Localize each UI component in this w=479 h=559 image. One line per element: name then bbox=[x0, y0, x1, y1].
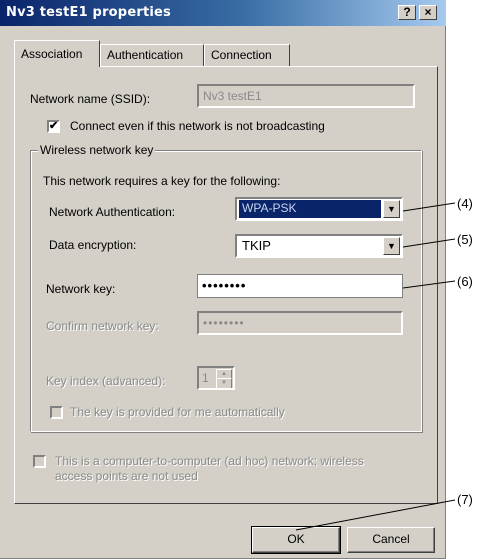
callout-lines bbox=[295, 202, 456, 531]
callout-6: (6) bbox=[457, 274, 473, 289]
callout-7: (7) bbox=[457, 492, 473, 507]
tab-association[interactable]: Association bbox=[14, 40, 100, 67]
callout-5: (5) bbox=[457, 232, 473, 247]
callout-4: (4) bbox=[457, 196, 473, 211]
